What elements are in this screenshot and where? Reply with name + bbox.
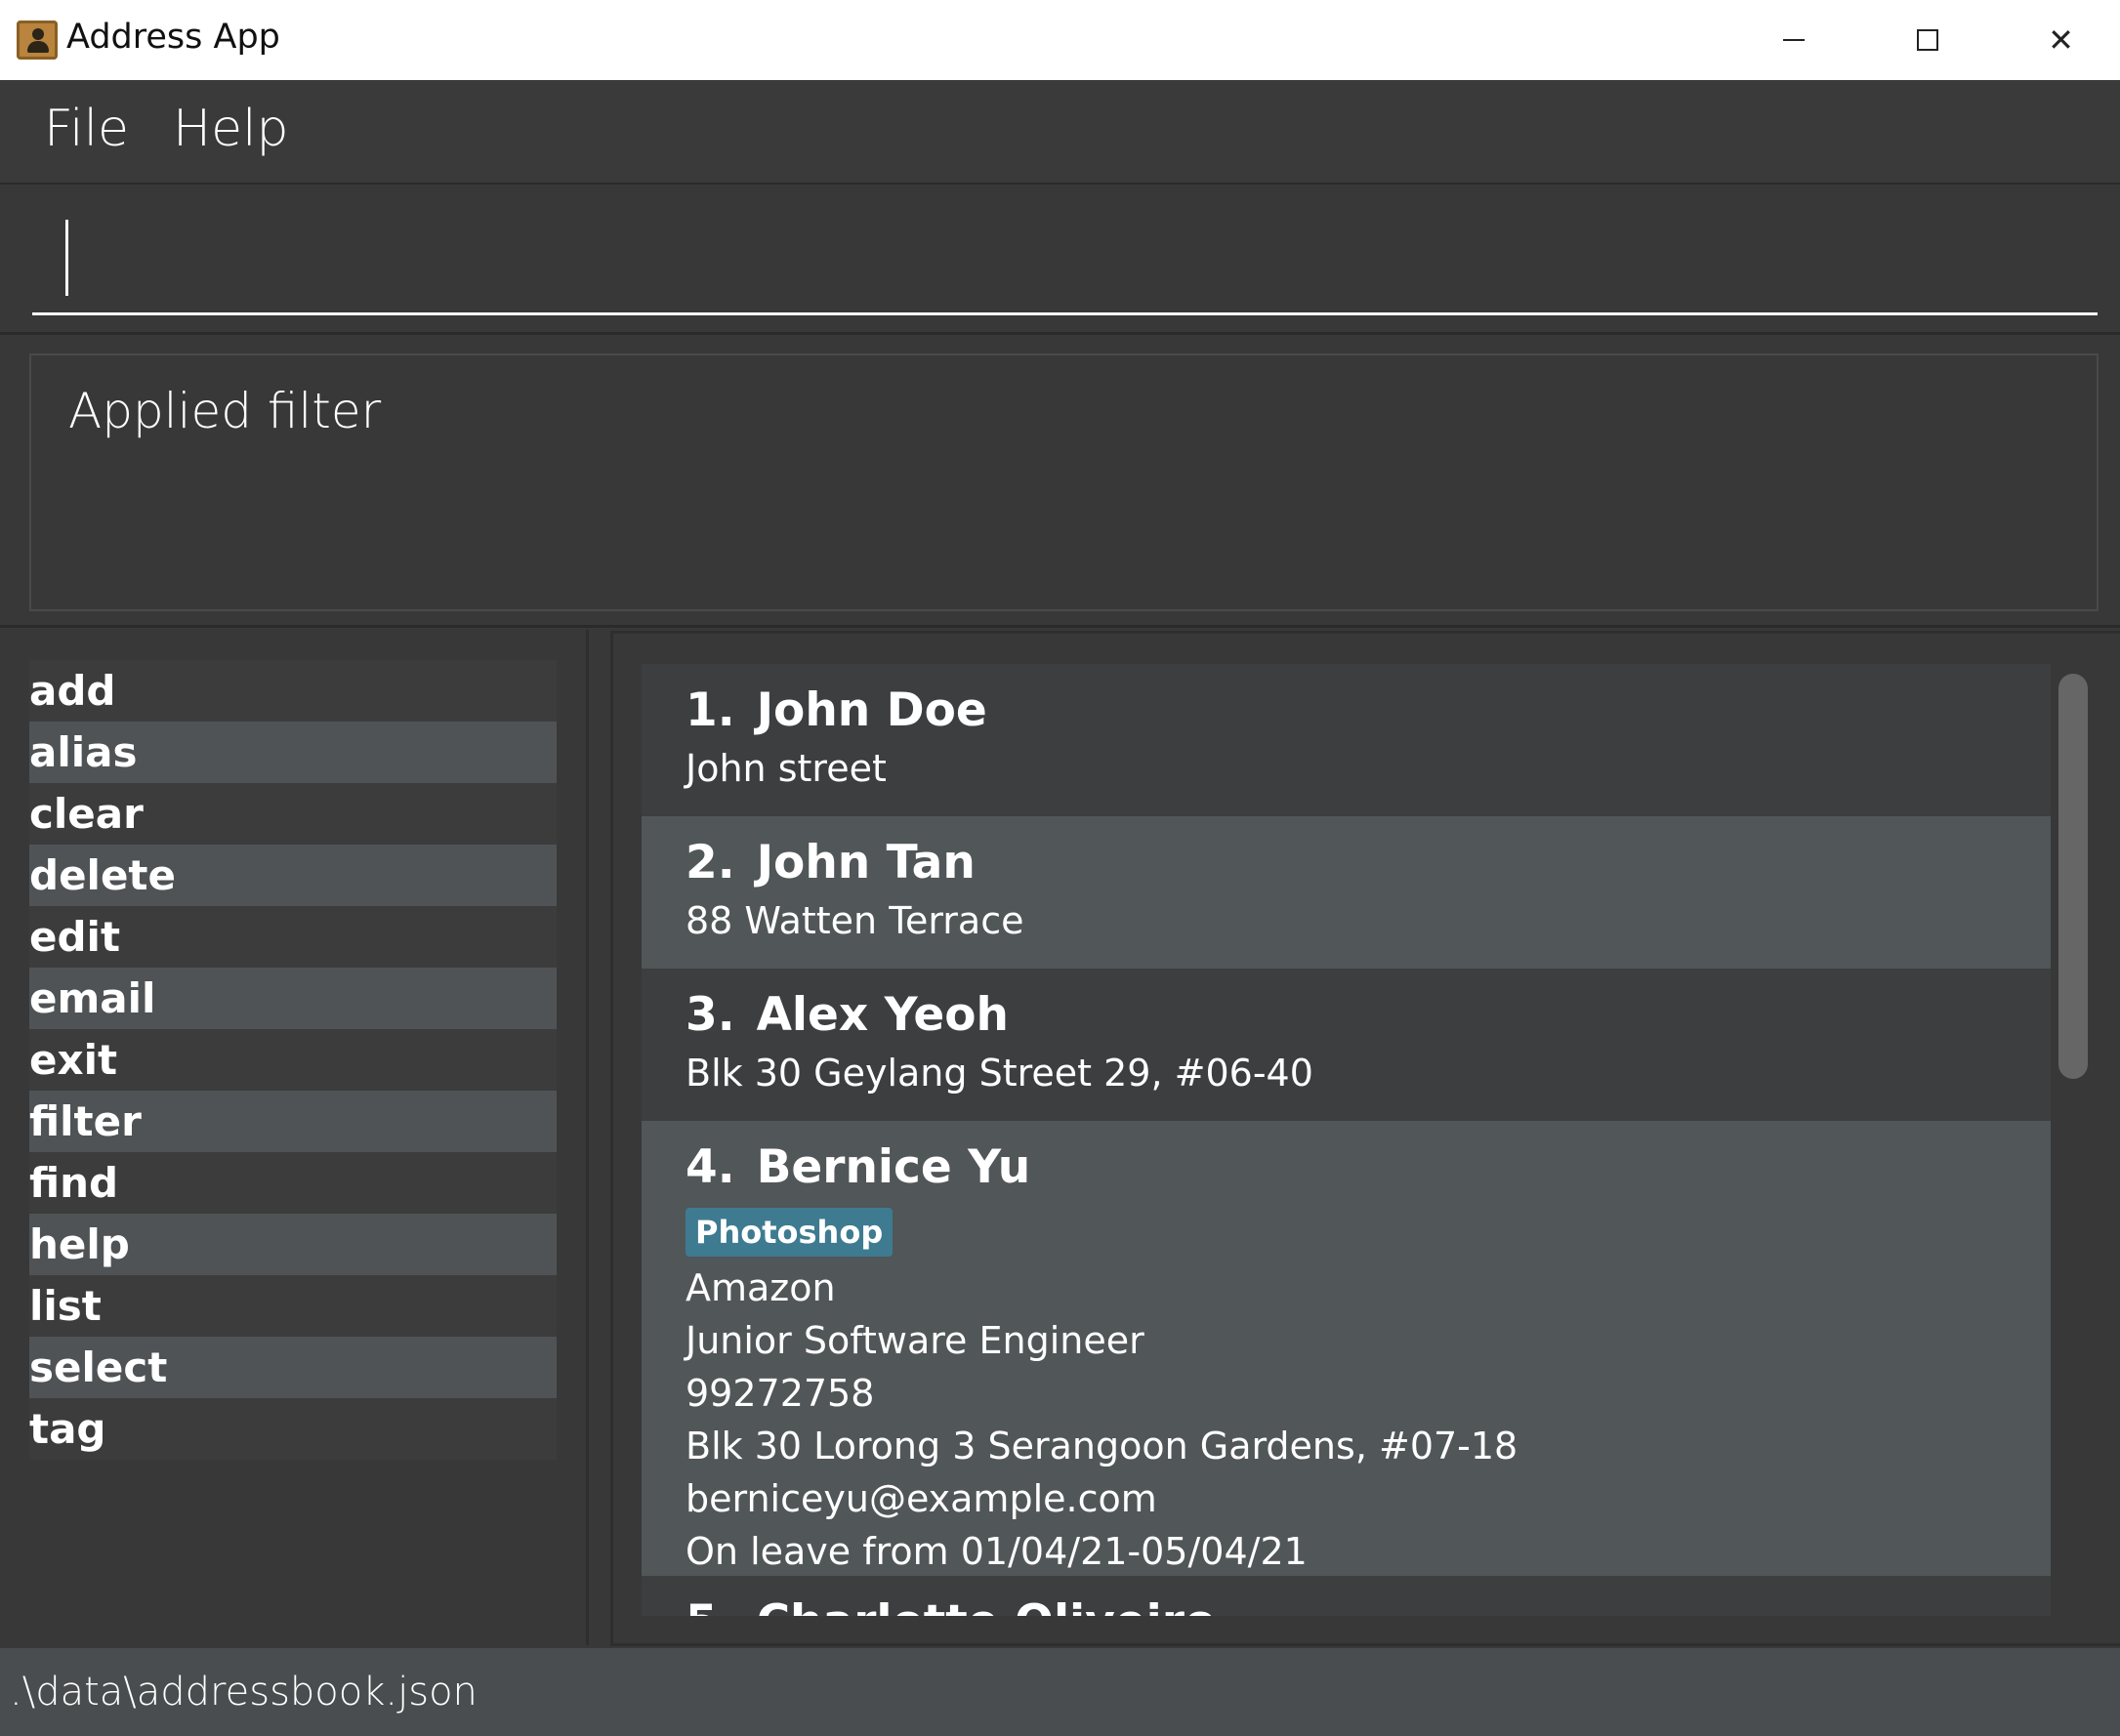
- person-phone: 99272758: [686, 1372, 875, 1415]
- person-leave: On leave from 01/04/21-05/04/21: [686, 1530, 1308, 1573]
- command-input[interactable]: [32, 205, 2098, 315]
- close-button[interactable]: ✕: [1994, 0, 2120, 80]
- minimize-icon: [1782, 39, 1805, 41]
- person-index: 4.: [686, 1140, 735, 1194]
- command-item-help[interactable]: help: [29, 1214, 557, 1275]
- window-titlebar: Address App ✕: [0, 0, 2120, 80]
- command-item-email[interactable]: email: [29, 968, 557, 1029]
- person-name: John Tan: [756, 836, 976, 889]
- command-item-find[interactable]: find: [29, 1152, 557, 1214]
- person-card[interactable]: 4. Bernice Yu Photoshop Amazon Junior Sof…: [642, 1121, 2051, 1576]
- person-email: berniceyu@example.com: [686, 1477, 1157, 1520]
- maximize-button[interactable]: [1860, 0, 1994, 80]
- menu-bar: File Help: [0, 80, 2120, 185]
- person-address: Blk 30 Lorong 3 Serangoon Gardens, #07-1…: [686, 1425, 1518, 1467]
- command-item-add[interactable]: add: [29, 660, 557, 722]
- divider: [0, 625, 2120, 628]
- person-name-row: 2. John Tan: [686, 836, 2051, 889]
- scrollbar-thumb[interactable]: [2058, 674, 2088, 1079]
- command-list: add alias clear delete edit email exit filter fi…: [29, 660, 557, 1460]
- person-index: 5.: [686, 1595, 735, 1616]
- close-icon: ✕: [2048, 21, 2074, 59]
- person-name: John Doe: [756, 683, 987, 737]
- command-item-list[interactable]: list: [29, 1275, 557, 1337]
- person-card[interactable]: 1. John Doe John street: [642, 664, 2051, 816]
- file-path: .\data\addressbook.json: [10, 1670, 478, 1715]
- status-bar: .\data\addressbook.json: [0, 1648, 2120, 1736]
- command-item-edit[interactable]: edit: [29, 906, 557, 968]
- command-item-filter[interactable]: filter: [29, 1091, 557, 1152]
- person-job-title: Junior Software Engineer: [686, 1319, 1144, 1362]
- person-address: 88 Watten Terrace: [686, 899, 1024, 942]
- person-index: 2.: [686, 836, 735, 889]
- menu-help[interactable]: Help: [173, 100, 289, 158]
- person-company: Amazon: [686, 1266, 836, 1309]
- person-name-row: 1. John Doe: [686, 683, 2051, 737]
- person-name: Alex Yeoh: [756, 988, 1009, 1042]
- person-index: 1.: [686, 683, 735, 737]
- split-pane-divider[interactable]: [586, 630, 589, 1645]
- person-address: John street: [686, 747, 887, 790]
- tag-badge: Photoshop: [686, 1208, 894, 1257]
- person-card[interactable]: 3. Alex Yeoh Blk 30 Geylang Street 29, #0…: [642, 969, 2051, 1121]
- command-item-clear[interactable]: clear: [29, 783, 557, 845]
- command-item-tag[interactable]: tag: [29, 1398, 557, 1460]
- command-item-delete[interactable]: delete: [29, 845, 557, 906]
- person-name-row: 3. Alex Yeoh: [686, 988, 2051, 1042]
- command-item-select[interactable]: select: [29, 1337, 557, 1398]
- command-item-exit[interactable]: exit: [29, 1029, 557, 1091]
- person-card[interactable]: 2. John Tan 88 Watten Terrace: [642, 816, 2051, 969]
- minimize-button[interactable]: [1726, 0, 1860, 80]
- menu-file[interactable]: File: [44, 100, 129, 158]
- result-message: Applied filter: [68, 383, 382, 439]
- window-title: Address App: [66, 18, 280, 57]
- person-address: Blk 30 Geylang Street 29, #06-40: [686, 1052, 1313, 1095]
- address-book-icon: [17, 21, 58, 60]
- person-index: 3.: [686, 988, 735, 1042]
- person-name: Charlotte Oliveiro: [757, 1595, 1217, 1616]
- person-list[interactable]: 1. John Doe John street 2. John Tan 88 Wat…: [642, 664, 2051, 1616]
- person-card[interactable]: 5. Charlotte Oliveiro: [642, 1576, 2051, 1616]
- person-name: Bernice Yu: [756, 1140, 1031, 1194]
- person-name-row: 4. Bernice Yu: [686, 1140, 2051, 1194]
- command-item-alias[interactable]: alias: [29, 722, 557, 783]
- maximize-icon: [1916, 29, 1938, 51]
- command-box: [0, 186, 2120, 335]
- person-name-row: 5. Charlotte Oliveiro: [686, 1595, 2051, 1616]
- result-display: Applied filter: [29, 353, 2099, 611]
- text-caret: [65, 220, 68, 296]
